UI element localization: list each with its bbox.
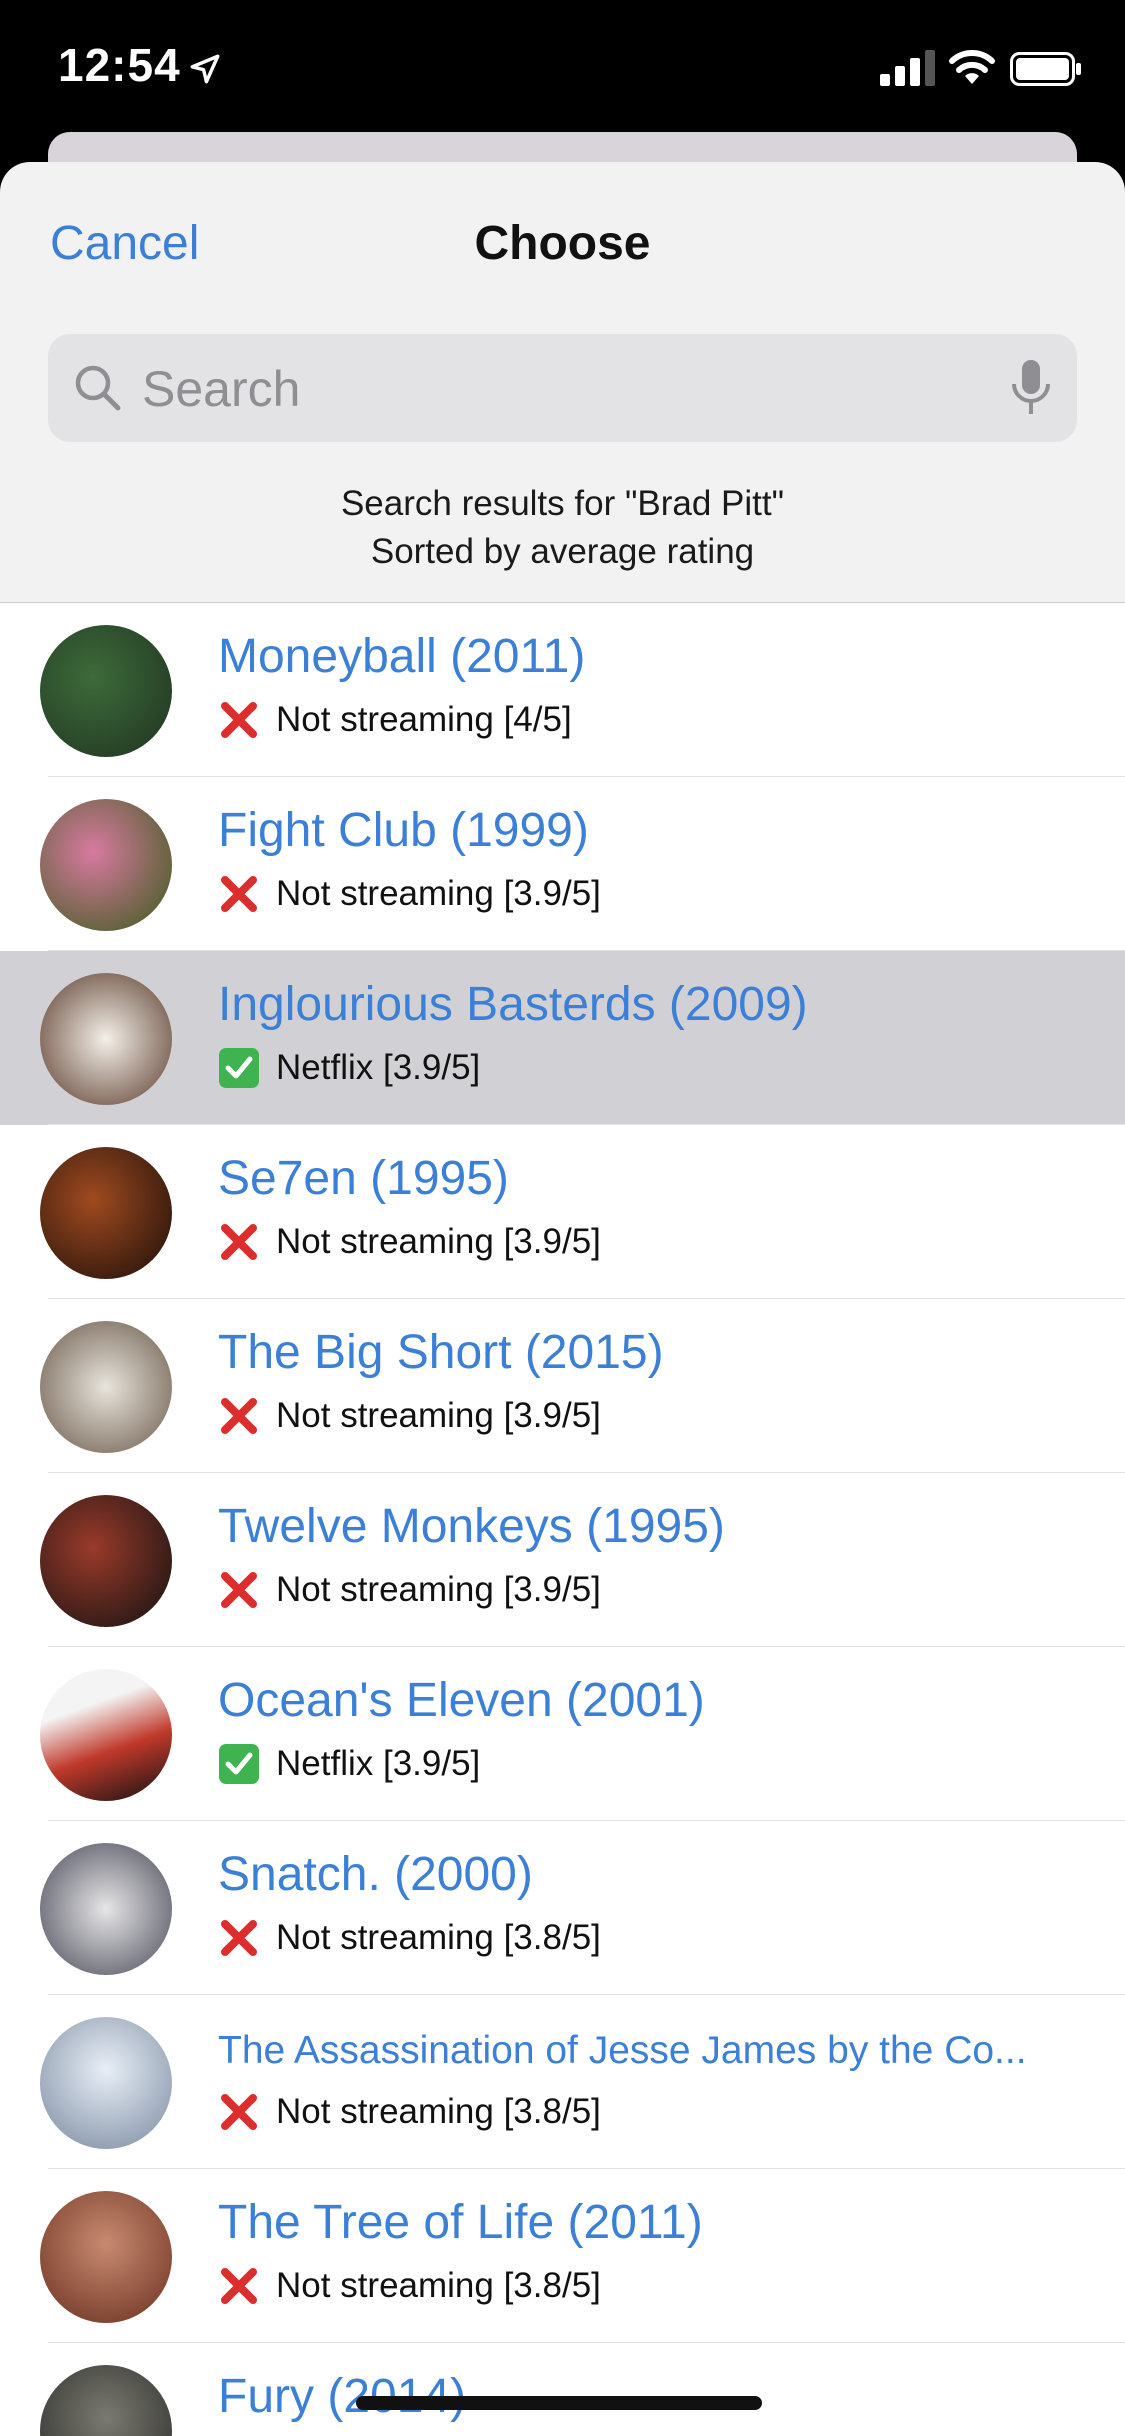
search-bar[interactable] [48,334,1077,442]
movie-title: Ocean's Eleven (2001) [218,1674,705,1727]
streaming-status-text: Not streaming [3.8/5] [276,2266,601,2305]
cross-icon [221,1572,257,1608]
movie-title: Snatch. (2000) [218,1848,533,1901]
streaming-status: Not streaming [4/5] [218,699,572,741]
movie-row[interactable]: Ocean's Eleven (2001) Netflix [3.9/5] [0,1647,1125,1821]
check-icon [219,1048,259,1088]
search-input[interactable] [140,356,964,422]
movie-row[interactable]: Moneyball (2011) Not streaming [4/5] [0,603,1125,777]
movie-poster-thumbnail [40,2191,172,2323]
movie-row[interactable]: The Tree of Life (2011) Not streaming [3.… [0,2169,1125,2343]
movie-title: Twelve Monkeys (1995) [218,1500,725,1553]
results-caption-sort: Sorted by average rating [370,532,755,571]
streaming-status-text: Netflix [3.9/5] [276,1048,481,1087]
movie-row[interactable]: The Assassination of Jesse James by the … [0,1995,1125,2169]
movie-poster-thumbnail [40,1843,172,1975]
movie-poster-thumbnail [40,1495,172,1627]
movie-poster-thumbnail [40,799,172,931]
movie-title: The Tree of Life (2011) [218,2196,703,2249]
streaming-status: Not streaming [3.9/5] [218,873,601,915]
check-icon [219,1744,259,1784]
movie-poster-thumbnail [40,1669,172,1801]
movie-list: Moneyball (2011) Not streaming [4/5] Fight… [0,602,1125,2436]
streaming-status-text: Not streaming [3.8/5] [276,1918,601,1957]
movie-row[interactable]: Fury (2014) [0,2343,1125,2436]
streaming-status: Not streaming [3.8/5] [218,2265,601,2307]
streaming-status-text: Not streaming [3.8/5] [276,2092,601,2131]
streaming-status: Not streaming [3.9/5] [218,1569,601,1611]
microphone-icon[interactable] [1008,358,1054,418]
movie-row[interactable]: Se7en (1995) Not streaming [3.9/5] [0,1125,1125,1299]
cross-icon [221,2094,257,2130]
cellular-signal-icon [880,50,935,86]
home-indicator [356,2396,762,2410]
cross-icon [221,1398,257,1434]
cross-icon [221,1224,257,1260]
movie-row[interactable]: Snatch. (2000) Not streaming [3.8/5] [0,1821,1125,1995]
status-bar: 12:54 [0,0,1125,140]
streaming-status-text: Not streaming [3.9/5] [276,874,601,913]
movie-poster-thumbnail [40,1147,172,1279]
movie-title: The Assassination of Jesse James by the … [218,2029,1027,2072]
cross-icon [221,702,257,738]
movie-poster-thumbnail [40,625,172,757]
search-icon [75,365,121,411]
movie-title: Inglourious Basterds (2009) [218,978,808,1031]
movie-poster-thumbnail [40,1321,172,1453]
streaming-status: Netflix [3.9/5] [218,1743,480,1785]
movie-row[interactable]: Inglourious Basterds (2009) Netflix [3.9/… [0,951,1125,1125]
movie-poster-thumbnail [40,2017,172,2149]
location-arrow-icon [190,54,220,84]
streaming-status: Not streaming [3.8/5] [218,1917,601,1959]
nav-bar: Cancel Choose [0,162,1125,332]
movie-poster-thumbnail [40,2365,172,2436]
results-caption-query: Search results for "Brad Pitt" [340,484,785,523]
movie-title: Se7en (1995) [218,1152,509,1205]
movie-poster-thumbnail [40,973,172,1105]
streaming-status: Not streaming [3.9/5] [218,1395,601,1437]
streaming-status: Not streaming [3.9/5] [218,1221,601,1263]
wifi-icon [949,50,995,84]
battery-icon [1010,52,1081,86]
status-time: 12:54 [58,39,181,91]
movie-row[interactable]: Fight Club (1999) Not streaming [3.9/5] [0,777,1125,951]
cross-icon [221,2268,257,2304]
movie-row[interactable]: The Big Short (2015) Not streaming [3.9/5… [0,1299,1125,1473]
movie-title: Fight Club (1999) [218,804,589,857]
movie-title: Moneyball (2011) [218,630,586,683]
streaming-status: Not streaming [3.8/5] [218,2091,601,2133]
streaming-status-text: Not streaming [3.9/5] [276,1570,601,1609]
cross-icon [221,876,257,912]
movie-title: The Big Short (2015) [218,1326,664,1379]
streaming-status-text: Not streaming [3.9/5] [276,1396,601,1435]
page-title: Choose [474,217,651,270]
streaming-status-text: Not streaming [4/5] [276,700,572,739]
streaming-status: Netflix [3.9/5] [218,1047,480,1089]
results-caption: Search results for "Brad Pitt" Sorted by… [0,480,1125,576]
streaming-status-text: Netflix [3.9/5] [276,1744,481,1783]
choose-sheet: Cancel Choose Search results for "Brad P… [0,162,1125,2436]
streaming-status-text: Not streaming [3.9/5] [276,1222,601,1261]
movie-row[interactable]: Twelve Monkeys (1995) Not streaming [3.9/… [0,1473,1125,1647]
cross-icon [221,1920,257,1956]
